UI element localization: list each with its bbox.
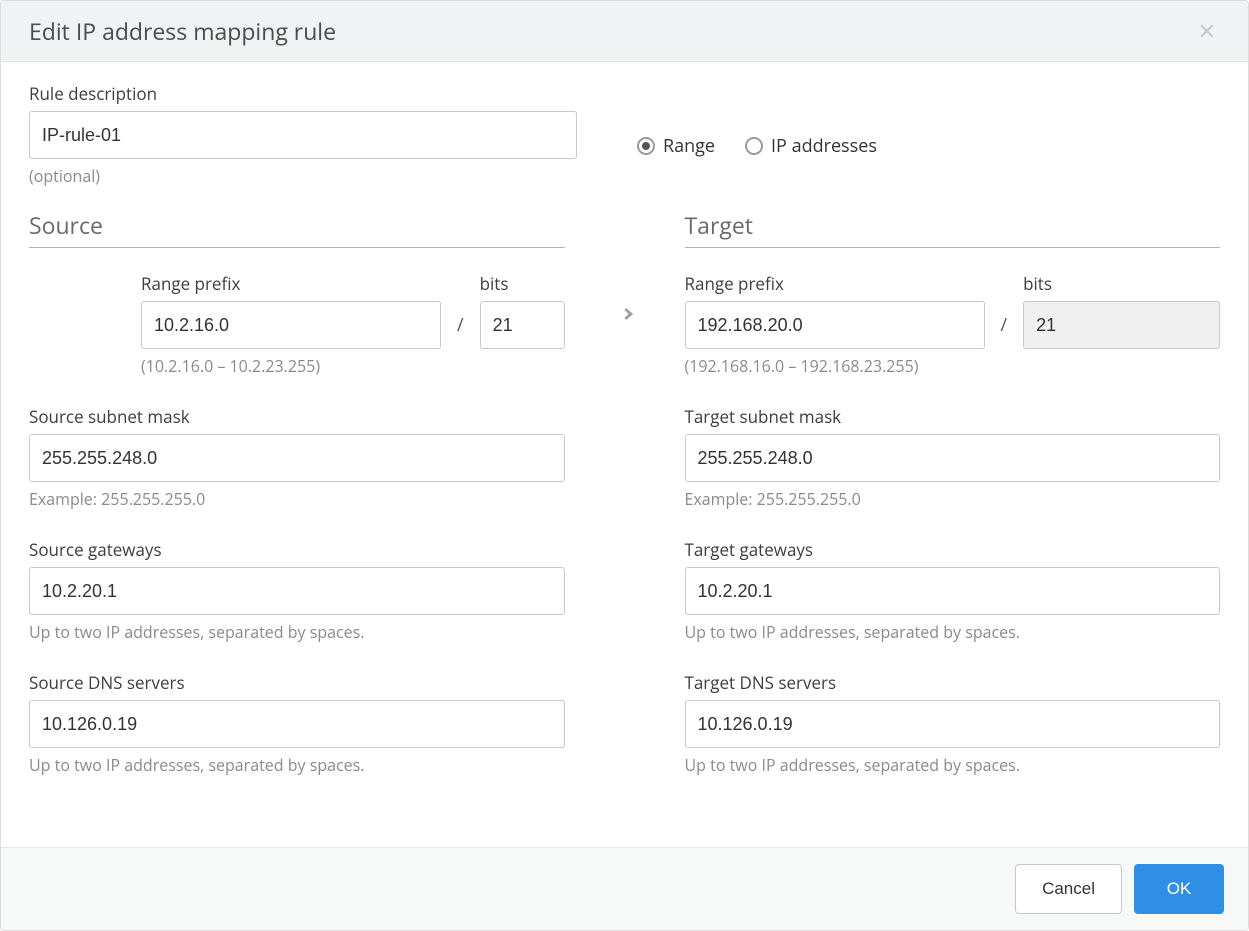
source-bits-label: bits xyxy=(480,272,565,295)
arrow-right-icon xyxy=(611,300,639,328)
target-subnet-input[interactable] xyxy=(685,434,1221,482)
mode-radio-range-label: Range xyxy=(663,134,715,158)
mode-radio-range[interactable]: Range xyxy=(637,134,715,158)
cancel-button[interactable]: Cancel xyxy=(1015,864,1122,914)
source-gateways-hint: Up to two IP addresses, separated by spa… xyxy=(29,621,565,643)
source-gateways-input[interactable] xyxy=(29,567,565,615)
source-section-title: Source xyxy=(29,209,565,248)
source-dns-hint: Up to two IP addresses, separated by spa… xyxy=(29,754,565,776)
target-gateways-hint: Up to two IP addresses, separated by spa… xyxy=(685,621,1221,643)
source-bits-input[interactable] xyxy=(480,301,565,349)
source-range-prefix-label: Range prefix xyxy=(141,272,441,295)
target-range-hint: (192.168.16.0 – 192.168.23.255) xyxy=(685,355,1221,377)
slash-separator: / xyxy=(451,313,470,349)
mode-radio-group: Range IP addresses xyxy=(637,134,877,158)
radio-icon xyxy=(745,137,763,155)
target-gateways-input[interactable] xyxy=(685,567,1221,615)
source-dns-input[interactable] xyxy=(29,700,565,748)
source-dns-label: Source DNS servers xyxy=(29,671,565,694)
dialog-title: Edit IP address mapping rule xyxy=(29,15,336,47)
target-gateways-label: Target gateways xyxy=(685,538,1221,561)
slash-separator: / xyxy=(995,313,1014,349)
dialog-body: Rule description (optional) Range IP add… xyxy=(1,62,1248,847)
source-gateways-label: Source gateways xyxy=(29,538,565,561)
target-subnet-hint: Example: 255.255.255.0 xyxy=(685,488,1221,510)
mode-radio-ip-label: IP addresses xyxy=(771,134,877,158)
target-range-prefix-label: Range prefix xyxy=(685,272,985,295)
ok-button[interactable]: OK xyxy=(1134,864,1224,914)
source-subnet-label: Source subnet mask xyxy=(29,405,565,428)
rule-description-label: Rule description xyxy=(29,82,577,105)
dialog-header: Edit IP address mapping rule ✕ xyxy=(1,1,1248,62)
target-bits-label: bits xyxy=(1023,272,1220,295)
radio-icon xyxy=(637,137,655,155)
close-icon[interactable]: ✕ xyxy=(1194,16,1220,46)
target-range-prefix-input[interactable] xyxy=(685,301,985,349)
rule-description-input[interactable] xyxy=(29,111,577,159)
source-range-hint: (10.2.16.0 – 10.2.23.255) xyxy=(141,355,565,377)
target-section-title: Target xyxy=(685,209,1221,248)
edit-ip-mapping-dialog: Edit IP address mapping rule ✕ Rule desc… xyxy=(0,0,1249,931)
dialog-footer: Cancel OK xyxy=(1,847,1248,930)
target-dns-hint: Up to two IP addresses, separated by spa… xyxy=(685,754,1221,776)
target-dns-input[interactable] xyxy=(685,700,1221,748)
target-subnet-label: Target subnet mask xyxy=(685,405,1221,428)
target-dns-label: Target DNS servers xyxy=(685,671,1221,694)
mode-radio-ip[interactable]: IP addresses xyxy=(745,134,877,158)
source-subnet-input[interactable] xyxy=(29,434,565,482)
target-bits-input[interactable] xyxy=(1023,301,1220,349)
source-subnet-hint: Example: 255.255.255.0 xyxy=(29,488,565,510)
rule-description-hint: (optional) xyxy=(29,165,577,187)
source-range-prefix-input[interactable] xyxy=(141,301,441,349)
